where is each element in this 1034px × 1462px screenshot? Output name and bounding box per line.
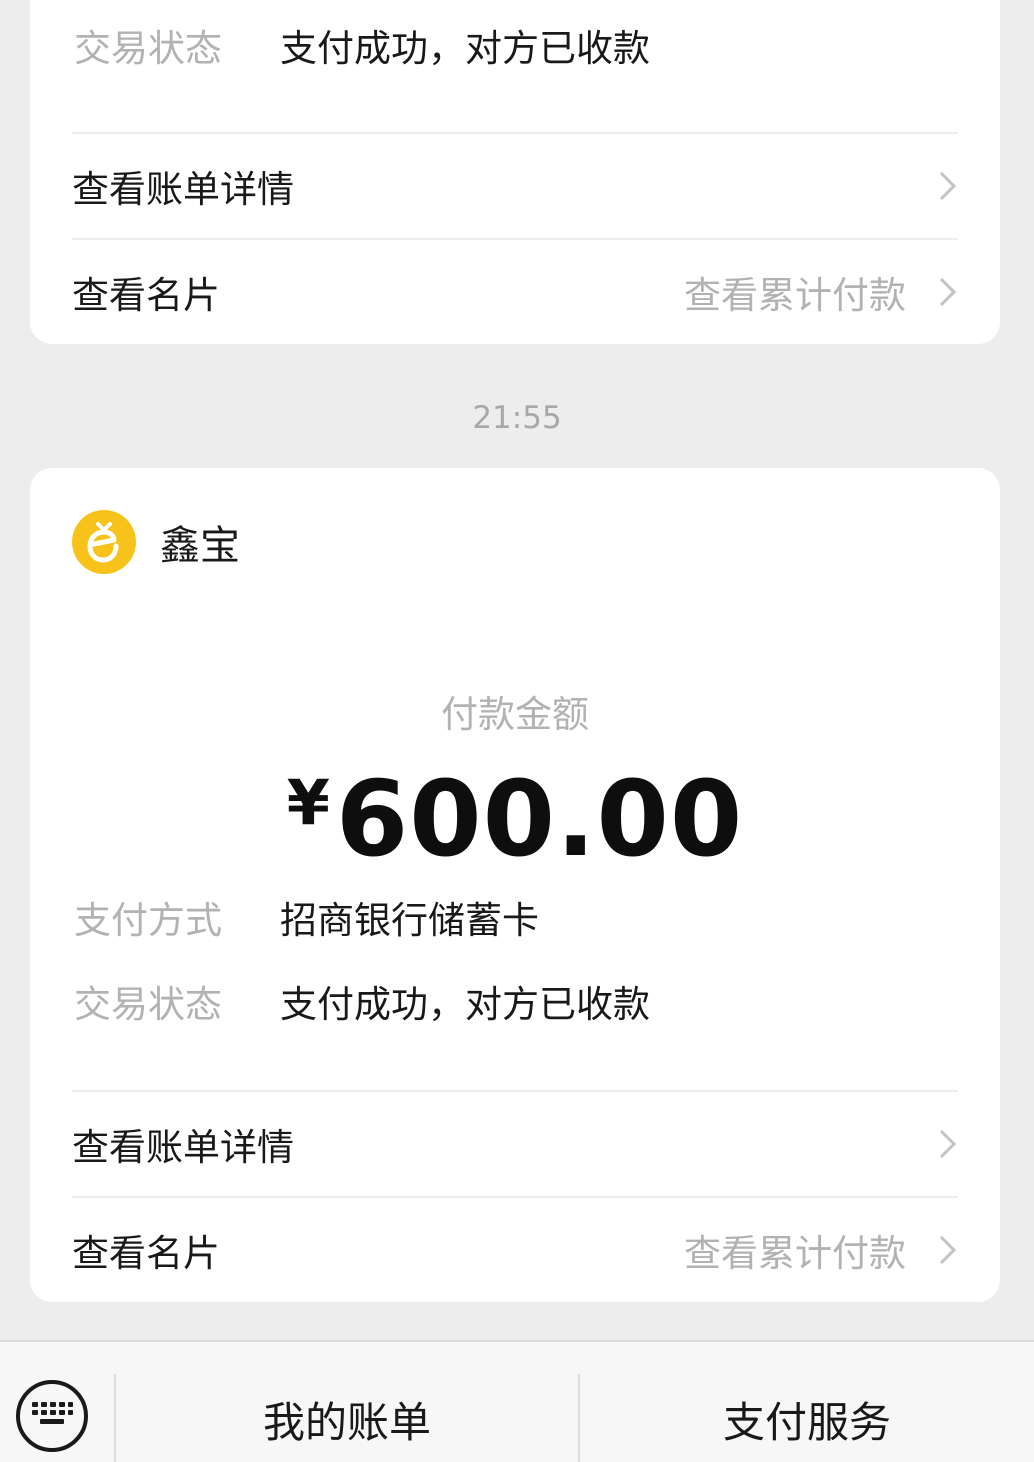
view-card-link[interactable]: 查看名片 查看累计付款	[72, 240, 960, 344]
chevron-right-icon	[927, 277, 957, 307]
amount-value: 600.00	[335, 758, 744, 880]
keyboard-toggle-button[interactable]	[16, 1380, 88, 1452]
amount-label: 付款金额	[441, 693, 589, 736]
method-label: 支付方式	[74, 899, 222, 942]
status-value: 支付成功，对方已收款	[280, 983, 650, 1026]
view-card-label: 查看名片	[72, 274, 220, 317]
status-row: 交易状态 支付成功，对方已收款	[74, 30, 956, 67]
bottom-menu-bar: 我的账单 支付服务	[0, 1340, 1034, 1462]
status-row: 交易状态 支付成功，对方已收款	[74, 986, 956, 1023]
currency-symbol: ¥	[286, 766, 330, 839]
merchant-logo-icon	[72, 510, 136, 574]
keyboard-icon	[32, 1402, 73, 1424]
merchant-header[interactable]: 鑫宝	[72, 510, 240, 574]
status-value: 支付成功，对方已收款	[280, 27, 650, 70]
view-card-label: 查看名片	[72, 1232, 220, 1275]
my-bills-button[interactable]: 我的账单	[116, 1374, 578, 1462]
merchant-name: 鑫宝	[160, 523, 240, 569]
payment-amount: ¥600.00	[30, 758, 1000, 880]
bill-details-link[interactable]: 查看账单详情	[72, 1092, 960, 1196]
chevron-right-icon	[927, 171, 957, 201]
cumulative-payment-link[interactable]: 查看累计付款	[684, 1223, 906, 1277]
status-label: 交易状态	[74, 27, 222, 70]
method-value: 招商银行储蓄卡	[280, 899, 539, 942]
bill-details-label: 查看账单详情	[72, 1126, 294, 1169]
message-timestamp: 21:55	[472, 400, 562, 436]
payment-card: 鑫宝 付款金额 ¥600.00 支付方式 招商银行储蓄卡 交易状态 支付成功，对…	[30, 468, 1000, 1302]
cumulative-payment-link[interactable]: 查看累计付款	[684, 265, 906, 319]
status-label: 交易状态	[74, 983, 222, 1026]
payment-method-row: 支付方式 招商银行储蓄卡	[74, 902, 956, 939]
previous-payment-card: 交易状态 支付成功，对方已收款 查看账单详情 查看名片 查看累计付款	[30, 0, 1000, 344]
chevron-right-icon	[927, 1235, 957, 1265]
bill-details-link[interactable]: 查看账单详情	[72, 134, 960, 238]
bill-details-label: 查看账单详情	[72, 168, 294, 211]
view-card-link[interactable]: 查看名片 查看累计付款	[72, 1198, 960, 1302]
payment-chat-page: 交易状态 支付成功，对方已收款 查看账单详情 查看名片 查看累计付款 21:55	[0, 0, 1034, 1462]
chevron-right-icon	[927, 1129, 957, 1159]
pay-services-button[interactable]: 支付服务	[580, 1374, 1034, 1462]
